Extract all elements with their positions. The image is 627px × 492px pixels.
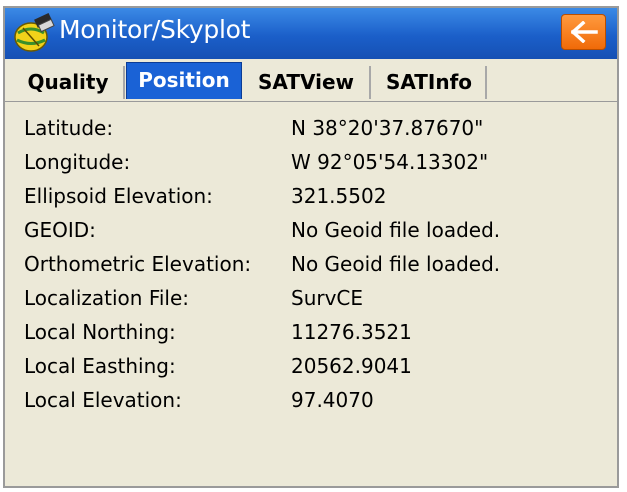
field-value: No Geoid file loaded.	[291, 252, 501, 276]
field-label: Local Elevation:	[24, 388, 182, 412]
tab-satinfo[interactable]: SATInfo	[373, 66, 487, 99]
field-label: Localization File:	[24, 286, 190, 310]
back-arrow-icon	[571, 21, 598, 43]
field-value: 11276.3521	[291, 320, 412, 344]
field-value: 321.5502	[291, 184, 387, 208]
tab-position[interactable]: Position	[126, 62, 242, 99]
tab-bar: Quality Position SATView SATInfo	[5, 59, 617, 102]
field-value: N 38°20'37.87670"	[291, 116, 484, 140]
monitor-skyplot-window: Monitor/Skyplot Quality Position SATView…	[3, 6, 619, 488]
tab-quality[interactable]: Quality	[13, 66, 125, 99]
tab-satview[interactable]: SATView	[243, 66, 371, 99]
satellite-globe-icon	[9, 12, 59, 53]
field-label: Local Northing:	[24, 320, 176, 344]
field-label: GEOID:	[24, 218, 96, 242]
title-bar: Monitor/Skyplot	[5, 8, 617, 59]
window-title: Monitor/Skyplot	[59, 15, 251, 44]
field-value: No Geoid file loaded.	[291, 218, 501, 242]
field-label: Local Easthing:	[24, 354, 176, 378]
back-button[interactable]	[561, 14, 606, 50]
field-label: Ellipsoid Elevation:	[24, 184, 213, 208]
field-label: Orthometric Elevation:	[24, 252, 252, 276]
field-label: Latitude:	[24, 116, 114, 140]
field-value: 97.4070	[291, 388, 374, 412]
field-value: W 92°05'54.13302"	[291, 150, 489, 174]
field-value: SurvCE	[291, 286, 364, 310]
position-panel: Latitude: N 38°20'37.87670" Longitude: W…	[5, 102, 617, 486]
field-value: 20562.9041	[291, 354, 412, 378]
field-label: Longitude:	[24, 150, 131, 174]
